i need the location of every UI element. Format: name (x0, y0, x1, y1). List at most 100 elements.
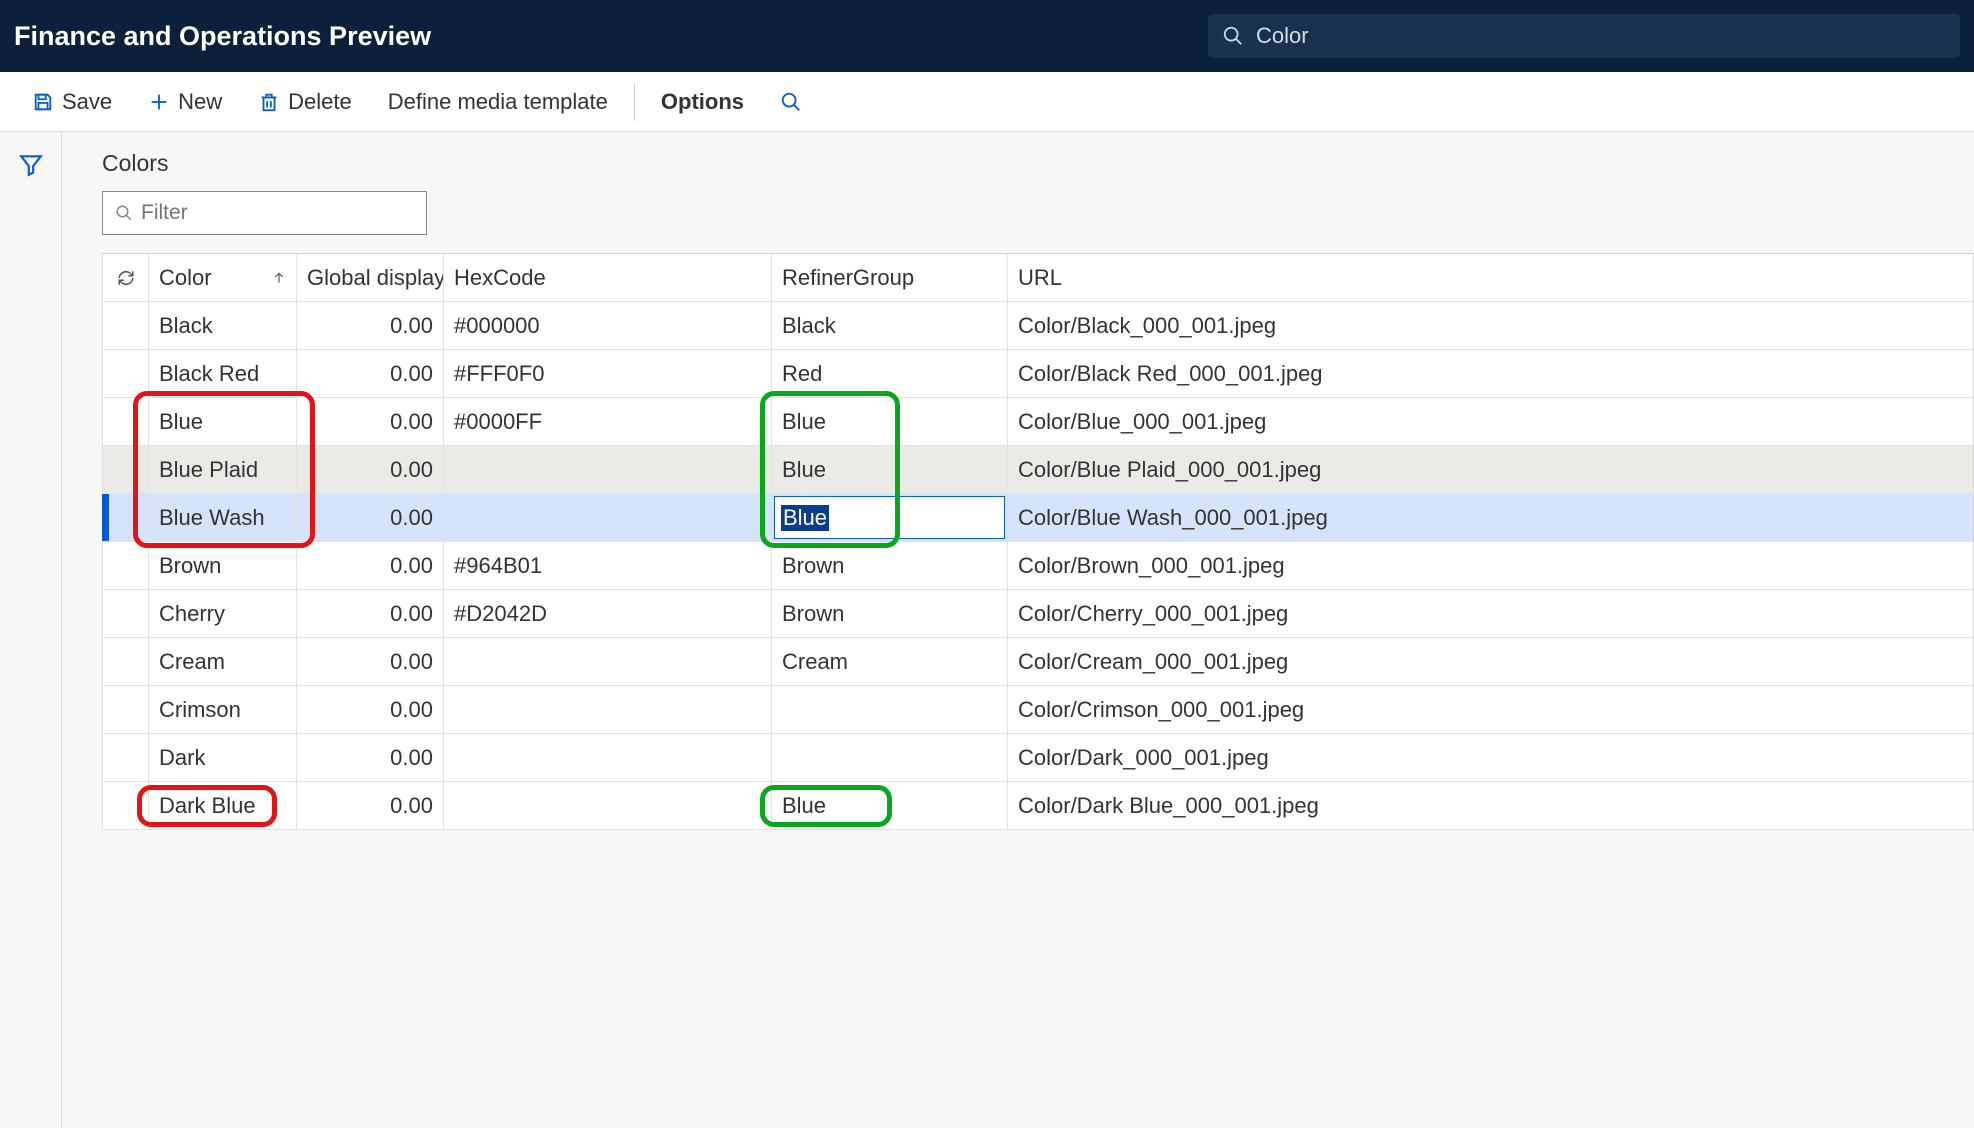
row-selector[interactable] (102, 782, 148, 829)
cell-hexcode[interactable]: #0000FF (443, 398, 771, 445)
cell-color[interactable]: Dark (148, 734, 296, 781)
cell-display-order[interactable]: 0.00 (296, 638, 443, 685)
table-row[interactable]: Blue Plaid0.00 BlueColor/Blue Plaid_000_0… (102, 446, 1973, 494)
cell-url[interactable]: Color/Cherry_000_001.jpeg (1007, 590, 1973, 637)
table-row[interactable]: Crimson0.00 Color/Crimson_000_001.jpeg (102, 686, 1973, 734)
col-header-display-order[interactable]: Global display ... (296, 254, 443, 301)
cell-hexcode[interactable] (443, 638, 771, 685)
cell-display-order[interactable]: 0.00 (296, 302, 443, 349)
cell-color[interactable]: Black (148, 302, 296, 349)
cell-hexcode[interactable] (443, 686, 771, 733)
cell-display-order[interactable]: 0.00 (296, 494, 443, 541)
refresh-button[interactable] (102, 254, 148, 301)
grid-header-row: Color Global display ... HexCode Refiner… (102, 254, 1973, 302)
cell-refinergroup[interactable]: Brown (771, 590, 1007, 637)
page-title: Colors (102, 150, 1974, 177)
cell-hexcode[interactable]: #D2042D (443, 590, 771, 637)
cell-display-order[interactable]: 0.00 (296, 542, 443, 589)
row-selector[interactable] (102, 494, 148, 541)
cell-refinergroup[interactable]: Blue (771, 494, 1007, 541)
col-header-display-label: Global display ... (307, 265, 443, 291)
cell-hexcode[interactable] (443, 494, 771, 541)
cell-url[interactable]: Color/Brown_000_001.jpeg (1007, 542, 1973, 589)
cell-display-order[interactable]: 0.00 (296, 398, 443, 445)
cell-display-order[interactable]: 0.00 (296, 350, 443, 397)
cell-color[interactable]: Dark Blue (148, 782, 296, 829)
cell-color[interactable]: Cherry (148, 590, 296, 637)
cell-color[interactable]: Blue Plaid (148, 446, 296, 493)
cell-hexcode[interactable]: #FFF0F0 (443, 350, 771, 397)
cell-url[interactable]: Color/Cream_000_001.jpeg (1007, 638, 1973, 685)
cell-color[interactable]: Black Red (148, 350, 296, 397)
cell-refinergroup[interactable]: Blue (771, 398, 1007, 445)
cell-hexcode[interactable] (443, 446, 771, 493)
find-button[interactable] (762, 83, 820, 121)
command-bar: Save New Delete Define media template Op… (0, 72, 1974, 132)
cell-hexcode[interactable] (443, 782, 771, 829)
save-button[interactable]: Save (14, 81, 130, 123)
table-row[interactable]: Dark Blue0.00 BlueColor/Dark Blue_000_001… (102, 782, 1973, 830)
cell-display-order[interactable]: 0.00 (296, 686, 443, 733)
cell-refinergroup[interactable] (771, 734, 1007, 781)
row-selector[interactable] (102, 734, 148, 781)
row-selector[interactable] (102, 398, 148, 445)
cell-url[interactable]: Color/Blue Wash_000_001.jpeg (1007, 494, 1973, 541)
new-button[interactable]: New (130, 81, 240, 123)
search-box[interactable] (1208, 14, 1960, 58)
cell-display-order[interactable]: 0.00 (296, 446, 443, 493)
delete-button[interactable]: Delete (240, 81, 370, 123)
cell-url[interactable]: Color/Black_000_001.jpeg (1007, 302, 1973, 349)
table-row[interactable]: Cherry0.00#D2042DBrownColor/Cherry_000_0… (102, 590, 1973, 638)
define-media-template-button[interactable]: Define media template (370, 81, 626, 123)
row-selector[interactable] (102, 590, 148, 637)
table-row[interactable]: Dark0.00 Color/Dark_000_001.jpeg (102, 734, 1973, 782)
table-row[interactable]: Cream0.00CreamColor/Cream_000_001.jpeg (102, 638, 1973, 686)
cell-url[interactable]: Color/Black Red_000_001.jpeg (1007, 350, 1973, 397)
cell-url[interactable]: Color/Crimson_000_001.jpeg (1007, 686, 1973, 733)
search-input[interactable] (1256, 23, 1946, 49)
cell-display-order[interactable]: 0.00 (296, 734, 443, 781)
cell-refinergroup[interactable] (771, 686, 1007, 733)
cell-refinergroup[interactable]: Blue (771, 782, 1007, 829)
cell-display-order[interactable]: 0.00 (296, 782, 443, 829)
cell-color[interactable]: Blue Wash (148, 494, 296, 541)
cell-color[interactable]: Blue (148, 398, 296, 445)
cell-refinergroup[interactable]: Black (771, 302, 1007, 349)
row-selector[interactable] (102, 302, 148, 349)
table-row[interactable]: Blue Wash0.00 Blue Color/Blue Wash_000_001… (102, 494, 1973, 542)
cell-url[interactable]: Color/Dark_000_001.jpeg (1007, 734, 1973, 781)
cell-hexcode[interactable] (443, 734, 771, 781)
quick-filter-input[interactable] (141, 201, 414, 225)
cell-color[interactable]: Cream (148, 638, 296, 685)
cell-refinergroup-editvalue[interactable]: Blue (781, 505, 829, 531)
row-selector[interactable] (102, 446, 148, 493)
cell-color[interactable]: Crimson (148, 686, 296, 733)
row-selector[interactable] (102, 350, 148, 397)
cell-url[interactable]: Color/Blue_000_001.jpeg (1007, 398, 1973, 445)
col-header-url[interactable]: URL (1007, 254, 1973, 301)
options-button[interactable]: Options (643, 81, 762, 123)
cell-url[interactable]: Color/Blue Plaid_000_001.jpeg (1007, 446, 1973, 493)
table-row[interactable]: Black0.00#000000BlackColor/Black_000_001… (102, 302, 1973, 350)
cell-hexcode[interactable]: #964B01 (443, 542, 771, 589)
col-header-refinergroup[interactable]: RefinerGroup (771, 254, 1007, 301)
cell-url[interactable]: Color/Dark Blue_000_001.jpeg (1007, 782, 1973, 829)
cell-refinergroup[interactable]: Blue (771, 446, 1007, 493)
col-header-hexcode[interactable]: HexCode (443, 254, 771, 301)
cell-refinergroup[interactable]: Brown (771, 542, 1007, 589)
funnel-icon[interactable] (18, 152, 44, 178)
row-selector[interactable] (102, 638, 148, 685)
quick-filter[interactable] (102, 191, 427, 235)
col-header-color[interactable]: Color (148, 254, 296, 301)
cell-refinergroup[interactable]: Cream (771, 638, 1007, 685)
table-row[interactable]: Black Red0.00#FFF0F0RedColor/Black Red_0… (102, 350, 1973, 398)
refresh-icon (117, 269, 135, 287)
row-selector[interactable] (102, 686, 148, 733)
row-selector[interactable] (102, 542, 148, 589)
table-row[interactable]: Brown0.00#964B01BrownColor/Brown_000_001… (102, 542, 1973, 590)
cell-display-order[interactable]: 0.00 (296, 590, 443, 637)
table-row[interactable]: Blue0.00#0000FFBlueColor/Blue_000_001.jp… (102, 398, 1973, 446)
cell-refinergroup[interactable]: Red (771, 350, 1007, 397)
cell-color[interactable]: Brown (148, 542, 296, 589)
cell-hexcode[interactable]: #000000 (443, 302, 771, 349)
